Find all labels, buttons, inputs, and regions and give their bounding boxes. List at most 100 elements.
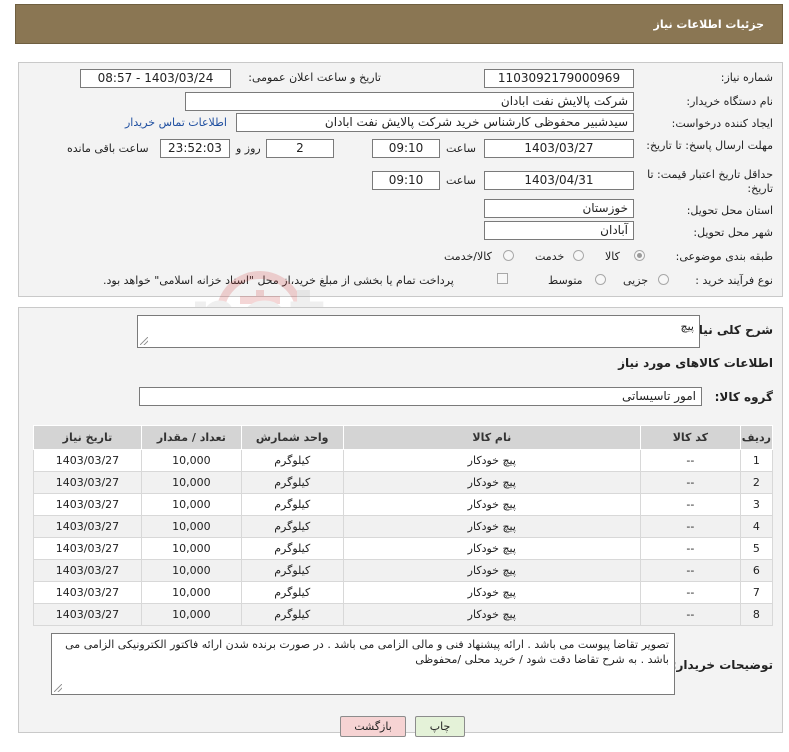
reply-deadline-label: مهلت ارسال پاسخ: تا تاریخ: xyxy=(646,139,773,152)
header-need-date: تاریخ نیاز xyxy=(33,425,142,450)
category-goods-service-label: کالا/خدمت xyxy=(444,250,492,263)
cell-item-name: پیچ خودکار xyxy=(342,559,641,582)
header-row-number: ردیف xyxy=(739,425,774,450)
cell-quantity: 10,000 xyxy=(140,581,242,604)
category-goods-radio[interactable] xyxy=(634,250,645,261)
contact-buyer-link[interactable]: اطلاعات تماس خریدار xyxy=(125,116,227,129)
cell-item-code: -- xyxy=(639,559,741,582)
city-field: آبادان xyxy=(484,221,634,240)
cell-row-number: 1 xyxy=(739,449,774,472)
treasury-payment-note: پرداخت تمام یا بخشی از مبلغ خرید،از محل … xyxy=(103,274,454,287)
cell-item-code: -- xyxy=(639,603,741,626)
need-number-field: 1103092179000969 xyxy=(484,69,634,88)
table-row: 5 -- پیچ خودکار کیلوگرم 10,000 1403/03/2… xyxy=(33,537,774,560)
cell-row-number: 4 xyxy=(739,515,774,538)
cell-item-code: -- xyxy=(639,515,741,538)
table-row: 4 -- پیچ خودکار کیلوگرم 10,000 1403/03/2… xyxy=(33,515,774,538)
cell-item-name: پیچ خودکار xyxy=(342,537,641,560)
purchase-type-label: نوع فرآیند خرید : xyxy=(695,274,773,287)
table-row: 3 -- پیچ خودکار کیلوگرم 10,000 1403/03/2… xyxy=(33,493,774,516)
cell-need-date: 1403/03/27 xyxy=(33,603,142,626)
need-number-label: شماره نیاز: xyxy=(720,71,773,84)
cell-need-date: 1403/03/27 xyxy=(33,449,142,472)
cell-unit: کیلوگرم xyxy=(240,449,344,472)
cell-unit: کیلوگرم xyxy=(240,493,344,516)
cell-unit: کیلوگرم xyxy=(240,581,344,604)
goods-info-heading: اطلاعات کالاهای مورد نیاز xyxy=(618,356,773,370)
cell-unit: کیلوگرم xyxy=(240,559,344,582)
remaining-label: ساعت باقی مانده xyxy=(67,142,149,155)
cell-need-date: 1403/03/27 xyxy=(33,515,142,538)
cell-quantity: 10,000 xyxy=(140,449,242,472)
summary-field: پیچ xyxy=(137,315,700,348)
category-label: طبقه بندی موضوعی: xyxy=(675,250,773,263)
purchase-medium-radio[interactable] xyxy=(595,274,606,285)
table-row: 8 -- پیچ خودکار کیلوگرم 10,000 1403/03/2… xyxy=(33,603,774,626)
page-title: جزئیات اطلاعات نیاز xyxy=(653,17,765,31)
header-quantity: تعداد / مقدار xyxy=(140,425,242,450)
buyer-notes-field: تصویر تقاضا پیوست می باشد . ارائه پیشنها… xyxy=(51,633,675,695)
cell-need-date: 1403/03/27 xyxy=(33,581,142,604)
cell-item-code: -- xyxy=(639,581,741,604)
cell-item-name: پیچ خودکار xyxy=(342,449,641,472)
cell-unit: کیلوگرم xyxy=(240,515,344,538)
cell-need-date: 1403/03/27 xyxy=(33,559,142,582)
table-row: 6 -- پیچ خودکار کیلوگرم 10,000 1403/03/2… xyxy=(33,559,774,582)
cell-row-number: 5 xyxy=(739,537,774,560)
resize-grip-icon xyxy=(140,337,148,345)
reply-time-label: ساعت xyxy=(446,142,476,155)
cell-row-number: 2 xyxy=(739,471,774,494)
back-button[interactable]: بازگشت xyxy=(340,716,406,737)
reply-time-field: 09:10 xyxy=(372,139,440,158)
cell-item-code: -- xyxy=(639,537,741,560)
buyer-notes-label: توضیحات خریدار: xyxy=(671,658,773,672)
cell-row-number: 3 xyxy=(739,493,774,516)
buyer-org-field: شرکت پالایش نفت ابادان xyxy=(185,92,634,111)
price-validity-label: حداقل تاریخ اعتبار قیمت: تا تاریخ: xyxy=(647,168,773,195)
purchase-minor-label: جزیی xyxy=(623,274,649,287)
cell-row-number: 7 xyxy=(739,581,774,604)
cell-need-date: 1403/03/27 xyxy=(33,471,142,494)
days-field: 2 xyxy=(266,139,334,158)
table-row: 1 -- پیچ خودکار کیلوگرم 10,000 1403/03/2… xyxy=(33,449,774,472)
goods-table-header: ردیف کد کالا نام کالا واحد شمارش تعداد /… xyxy=(33,425,774,450)
cell-quantity: 10,000 xyxy=(140,603,242,626)
day-and-label: روز و xyxy=(236,142,261,155)
province-field: خوزستان xyxy=(484,199,634,218)
cell-row-number: 8 xyxy=(739,603,774,626)
goods-group-label: گروه کالا: xyxy=(714,390,773,404)
cell-need-date: 1403/03/27 xyxy=(33,493,142,516)
cell-item-name: پیچ خودکار xyxy=(342,515,641,538)
category-service-radio[interactable] xyxy=(573,250,584,261)
resize-grip-icon xyxy=(54,684,62,692)
print-button[interactable]: چاپ xyxy=(415,716,465,737)
table-row: 7 -- پیچ خودکار کیلوگرم 10,000 1403/03/2… xyxy=(33,581,774,604)
header-item-name: نام کالا xyxy=(342,425,641,450)
header-unit: واحد شمارش xyxy=(240,425,344,450)
cell-item-name: پیچ خودکار xyxy=(342,603,641,626)
remaining-time-field: 23:52:03 xyxy=(160,139,230,158)
buyer-notes-text: تصویر تقاضا پیوست می باشد . ارائه پیشنها… xyxy=(65,638,669,666)
announce-datetime-label: تاریخ و ساعت اعلان عمومی: xyxy=(248,71,381,84)
summary-text: پیچ xyxy=(680,320,694,333)
cell-need-date: 1403/03/27 xyxy=(33,537,142,560)
city-label: شهر محل تحویل: xyxy=(693,226,773,239)
category-service-label: خدمت xyxy=(535,250,565,263)
cell-unit: کیلوگرم xyxy=(240,603,344,626)
requester-field: سیدشبیر محفوظی کارشناس خرید شرکت پالایش … xyxy=(236,113,634,132)
validity-date-field: 1403/04/31 xyxy=(484,171,634,190)
cell-quantity: 10,000 xyxy=(140,515,242,538)
page-title-bar: جزئیات اطلاعات نیاز xyxy=(15,4,783,44)
purchase-minor-radio[interactable] xyxy=(658,274,669,285)
category-goods-label: کالا xyxy=(605,250,620,263)
cell-quantity: 10,000 xyxy=(140,493,242,516)
validity-time-field: 09:10 xyxy=(372,171,440,190)
requester-label: ایجاد کننده درخواست: xyxy=(671,117,773,130)
cell-item-code: -- xyxy=(639,493,741,516)
treasury-payment-checkbox[interactable] xyxy=(497,273,508,284)
cell-item-code: -- xyxy=(639,471,741,494)
cell-quantity: 10,000 xyxy=(140,537,242,560)
validity-time-label: ساعت xyxy=(446,174,476,187)
category-goods-service-radio[interactable] xyxy=(503,250,514,261)
cell-unit: کیلوگرم xyxy=(240,471,344,494)
